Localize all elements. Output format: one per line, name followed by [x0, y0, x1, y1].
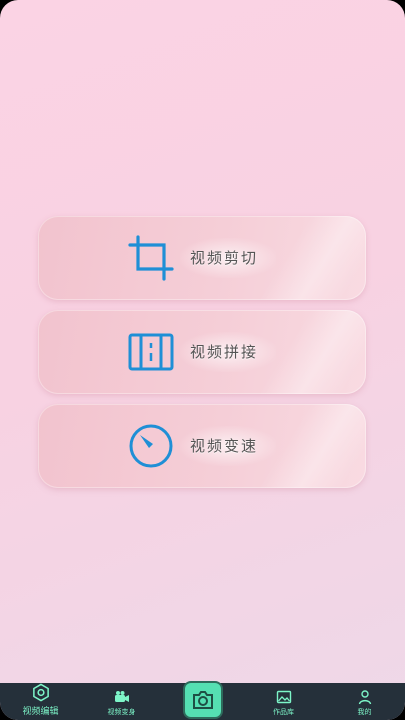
hexagon-icon: [32, 683, 49, 702]
tab-video-transform[interactable]: 视频变身: [92, 683, 152, 720]
app-screen: 视频剪切 视频拼接 视频变速 视频编辑 视频变身 作品库 我的: [0, 0, 405, 720]
tab-video-edit[interactable]: 视频编辑: [11, 683, 71, 720]
tab-label: 视频变身: [107, 708, 136, 716]
bottom-tab-bar: 视频编辑 视频变身 作品库 我的: [0, 683, 405, 720]
camera-button[interactable]: [184, 683, 221, 717]
speed-dial-icon: [129, 424, 173, 468]
video-speed-label: 视频变速: [190, 437, 259, 455]
tab-label: 作品库: [273, 708, 294, 716]
video-cut-card[interactable]: 视频剪切: [38, 216, 366, 300]
video-join-card[interactable]: 视频拼接: [38, 310, 366, 394]
tab-label: 视频编辑: [22, 707, 59, 717]
person-icon: [358, 690, 371, 705]
video-cut-label: 视频剪切: [190, 249, 259, 267]
camera-icon: [192, 691, 213, 709]
film-strip-icon: [128, 333, 174, 371]
tab-mine[interactable]: 我的: [335, 683, 395, 720]
video-camera-icon: [114, 691, 129, 702]
crop-icon: [128, 235, 174, 281]
video-join-label: 视频拼接: [190, 343, 259, 361]
tab-camera[interactable]: [173, 683, 233, 720]
image-icon: [276, 690, 291, 704]
video-speed-card[interactable]: 视频变速: [38, 404, 366, 488]
tab-works-library[interactable]: 作品库: [254, 683, 314, 720]
tab-label: 我的: [357, 708, 372, 716]
